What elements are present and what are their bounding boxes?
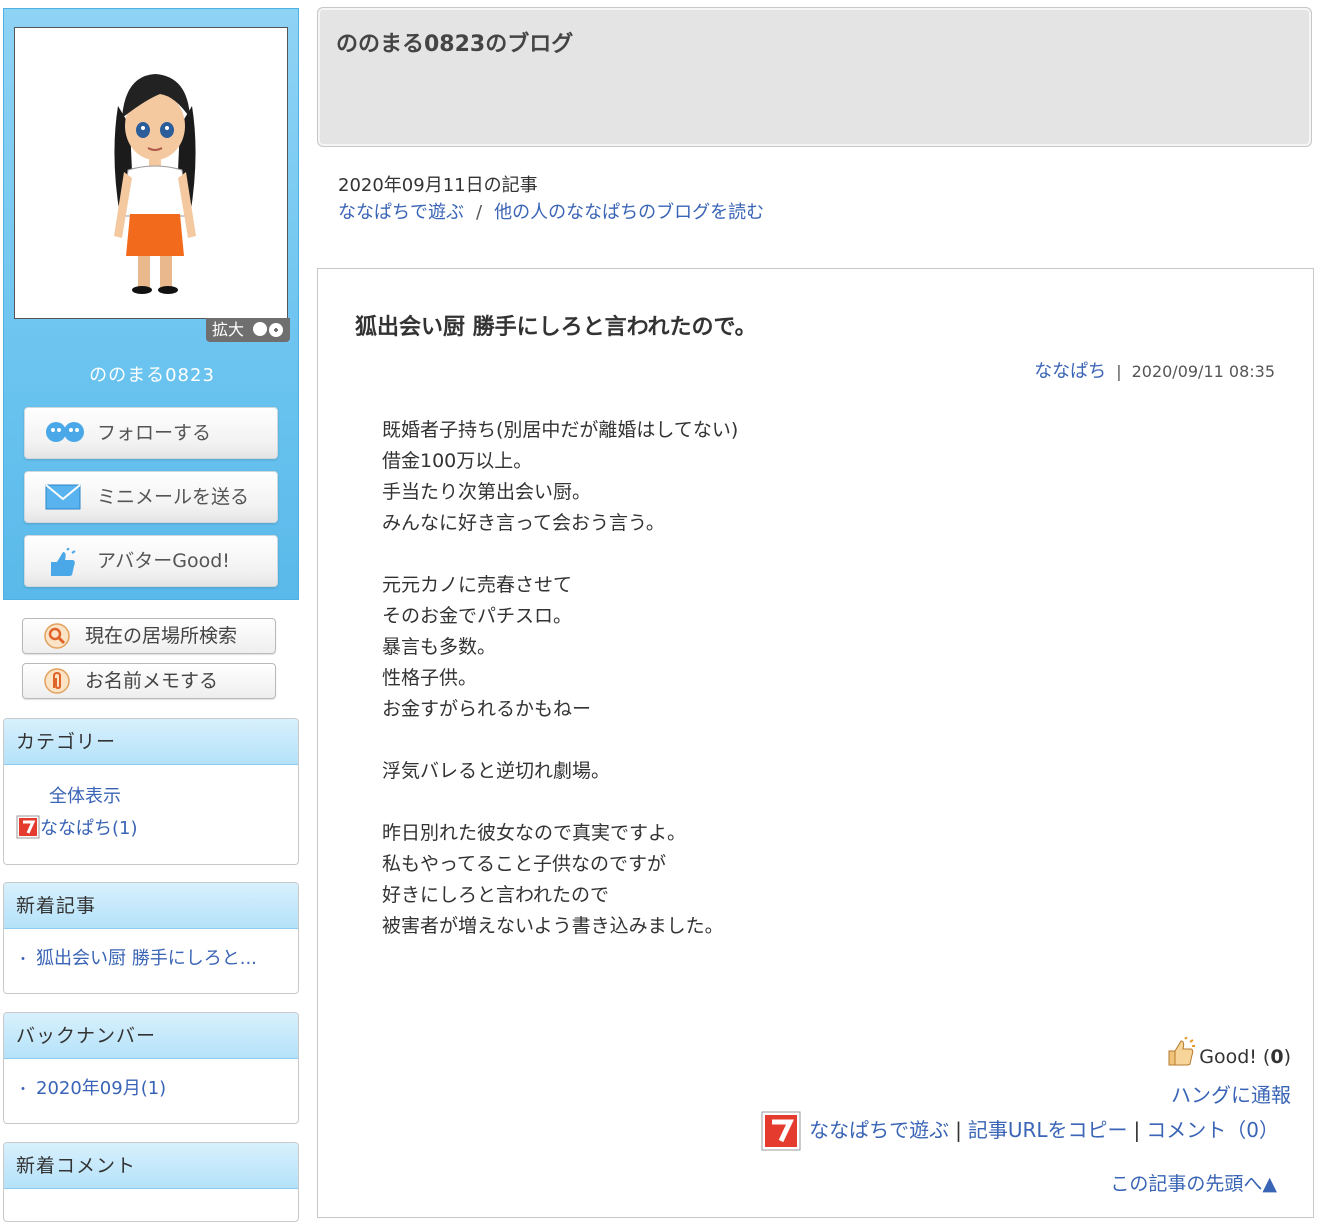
- follow-label: フォローする: [97, 422, 212, 444]
- list-item: ・ 2020年09月(1): [16, 1073, 298, 1105]
- list-item: ・狐出会い厨 勝手にしろと...: [16, 943, 298, 975]
- backnumber-section: バックナンバー ・ 2020年09月(1): [3, 1012, 299, 1124]
- recent-posts-section: 新着記事 ・狐出会い厨 勝手にしろと...: [3, 882, 299, 994]
- avatar-good-label: アバターGood!: [97, 550, 230, 572]
- read-other-blogs-link[interactable]: 他の人のななぱちのブログを読む: [494, 202, 764, 223]
- good-label: Good!: [1199, 1046, 1257, 1068]
- nanapachi-icon: [16, 815, 40, 839]
- report-link[interactable]: ハングに通報: [1171, 1079, 1291, 1108]
- zoom-icon: [253, 322, 283, 337]
- good-thumbs-up-icon: [1168, 1037, 1196, 1066]
- search-icon: [44, 623, 70, 649]
- paperclip-icon: [44, 668, 70, 694]
- zoom-label: 拡大: [212, 320, 245, 339]
- category-item-nanapachi: ななぱち(1): [16, 813, 298, 845]
- bullet-icon: ・: [16, 952, 30, 968]
- category-link-nanapachi[interactable]: ななぱち(1): [40, 818, 138, 839]
- date-heading: 2020年09月11日の記事: [338, 175, 538, 196]
- article-datetime: 2020/09/11 08:35: [1131, 362, 1275, 381]
- good-button[interactable]: Good! (0): [1165, 1037, 1291, 1068]
- backnumber-link[interactable]: 2020年09月(1): [36, 1078, 166, 1099]
- back-to-top-link[interactable]: この記事の先頭へ▲: [1110, 1169, 1277, 1196]
- recent-comments-heading: 新着コメント: [4, 1143, 298, 1189]
- backnumber-heading: バックナンバー: [4, 1013, 298, 1059]
- blog-header: ののまる0823のブログ: [317, 7, 1312, 147]
- thumbs-up-icon: [51, 548, 76, 576]
- avatar[interactable]: [14, 27, 288, 319]
- follow-icon: [46, 422, 84, 442]
- name-memo-label: お名前メモする: [85, 670, 219, 692]
- footer-separator: |: [1133, 1118, 1141, 1142]
- category-section: カテゴリー 全体表示 ななぱち(1): [3, 718, 299, 865]
- recent-comments-section: 新着コメント: [3, 1142, 299, 1222]
- zoom-button[interactable]: 拡大: [206, 318, 290, 342]
- article: 狐出会い厨 勝手にしろと言われたので。 ななぱち | 2020/09/11 08:3…: [317, 268, 1314, 1218]
- location-search-label: 現在の居場所検索: [85, 625, 238, 647]
- send-mail-button[interactable]: ミニメールを送る: [24, 471, 278, 523]
- mail-icon: [45, 484, 81, 510]
- avatar-good-button[interactable]: アバターGood!: [24, 535, 278, 587]
- blog-nav: ななぱちで遊ぶ / 他の人のななぱちのブログを読む: [338, 198, 764, 224]
- play-nanapachi-link[interactable]: ななぱちで遊ぶ: [338, 202, 464, 223]
- nanapachi-icon: [761, 1111, 801, 1151]
- footer-play-link[interactable]: ななぱちで遊ぶ: [809, 1118, 949, 1142]
- avatar-image: [114, 74, 196, 294]
- follow-button[interactable]: フォローする: [24, 407, 278, 459]
- category-link-all[interactable]: 全体表示: [49, 786, 121, 807]
- profile-name: ののまる0823: [89, 365, 215, 386]
- nav-separator: /: [476, 202, 483, 223]
- mail-label: ミニメールを送る: [97, 486, 250, 508]
- article-meta: ななぱち | 2020/09/11 08:35: [1034, 357, 1275, 383]
- recent-post-link[interactable]: 狐出会い厨 勝手にしろと...: [36, 948, 257, 969]
- footer-separator: |: [955, 1118, 962, 1142]
- article-footer: ななぱちで遊ぶ | 記事URLをコピー | コメント（0）: [761, 1111, 1279, 1151]
- category-heading: カテゴリー: [4, 719, 298, 765]
- good-count: 0: [1270, 1046, 1284, 1068]
- name-memo-button[interactable]: お名前メモする: [22, 663, 276, 699]
- bullet-icon: ・: [16, 1082, 30, 1098]
- blog-title[interactable]: ののまる0823のブログ: [336, 26, 573, 58]
- article-category-link[interactable]: ななぱち: [1034, 361, 1106, 382]
- recent-posts-heading: 新着記事: [4, 883, 298, 929]
- article-body: 既婚者子持ち(別居中だが離婚はしてない) 借金100万以上。 手当たり次第出会い…: [382, 419, 739, 937]
- location-search-button[interactable]: 現在の居場所検索: [22, 618, 276, 654]
- copy-url-link[interactable]: 記事URLをコピー: [968, 1118, 1128, 1142]
- article-title: 狐出会い厨 勝手にしろと言われたので。: [355, 315, 757, 340]
- profile-panel: 拡大 ののまる0823 フォローする ミニメールを送る アバターGood!: [3, 8, 299, 600]
- meta-divider: |: [1116, 362, 1122, 381]
- comment-link[interactable]: コメント（0）: [1146, 1118, 1279, 1142]
- category-item-all: 全体表示: [16, 781, 298, 813]
